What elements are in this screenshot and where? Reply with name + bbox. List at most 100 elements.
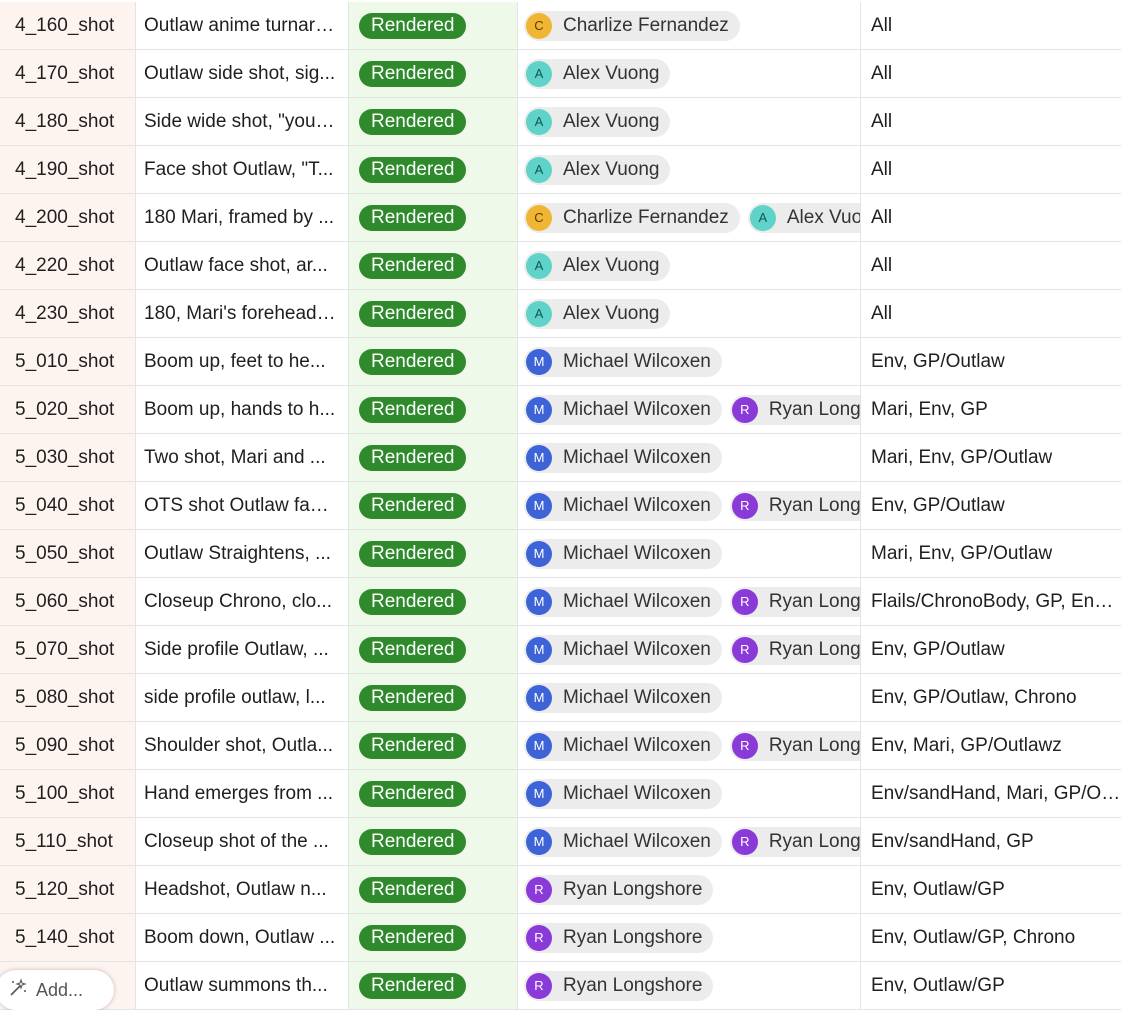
assignee-chip[interactable]: A Alex Vuong	[524, 250, 671, 281]
assignee-chip[interactable]: C Charlize Fernandez	[524, 10, 740, 41]
assignee-chip[interactable]: M Michael Wilcoxen	[524, 682, 722, 713]
assignee-chip[interactable]: R Ryan Longshore	[729, 394, 860, 425]
shot-name-cell[interactable]: 5_030_shot	[0, 434, 136, 481]
assets-cell[interactable]: Env, Mari, GP/Outlawz	[861, 722, 1121, 769]
assignee-chip[interactable]: R Ryan Longshore	[729, 586, 860, 617]
assignee-chip[interactable]: A Alex Vuong	[524, 154, 671, 185]
assignee-chip[interactable]: M Michael Wilcoxen	[524, 730, 722, 761]
assets-cell[interactable]: Flails/ChronoBody, GP, Env, Mari	[861, 578, 1121, 625]
shot-name-cell[interactable]: 4_180_shot	[0, 98, 136, 145]
assets-cell[interactable]: Env, Outlaw/GP	[861, 866, 1121, 913]
table-row[interactable]: 5_070_shot Side profile Outlaw, ... Render…	[0, 626, 1121, 674]
assets-cell[interactable]: All	[861, 242, 1121, 289]
assignee-chip[interactable]: M Michael Wilcoxen	[524, 394, 722, 425]
shot-name-cell[interactable]: 4_160_shot	[0, 2, 136, 49]
assignee-chip[interactable]: M Michael Wilcoxen	[524, 778, 722, 809]
assignees-cell[interactable]: R Ryan Longshore	[518, 866, 861, 913]
assignees-cell[interactable]: M Michael Wilcoxen R Ryan Longshore	[518, 818, 861, 865]
description-cell[interactable]: Outlaw Straightens, ...	[136, 530, 349, 577]
assignee-chip[interactable]: M Michael Wilcoxen	[524, 538, 722, 569]
status-cell[interactable]: Rendered	[349, 866, 518, 913]
description-cell[interactable]: Outlaw anime turnaround	[136, 2, 349, 49]
add-button[interactable]: Add...	[0, 970, 114, 1010]
table-row[interactable]: 5_040_shot OTS shot Outlaw faci... Rendere…	[0, 482, 1121, 530]
table-row[interactable]: 5_060_shot Closeup Chrono, clo... Rendered…	[0, 578, 1121, 626]
assets-cell[interactable]: Env, GP/Outlaw	[861, 626, 1121, 673]
status-cell[interactable]: Rendered	[349, 962, 518, 1009]
status-cell[interactable]: Rendered	[349, 818, 518, 865]
assets-cell[interactable]: Env, GP/Outlaw	[861, 338, 1121, 385]
assignee-chip[interactable]: M Michael Wilcoxen	[524, 442, 722, 473]
description-cell[interactable]: OTS shot Outlaw faci...	[136, 482, 349, 529]
shot-name-cell[interactable]: 5_120_shot	[0, 866, 136, 913]
assignees-cell[interactable]: R Ryan Longshore	[518, 914, 861, 961]
table-row[interactable]: 5_050_shot Outlaw Straightens, ... Rendere…	[0, 530, 1121, 578]
status-cell[interactable]: Rendered	[349, 242, 518, 289]
status-cell[interactable]: Rendered	[349, 578, 518, 625]
description-cell[interactable]: Two shot, Mari and ...	[136, 434, 349, 481]
description-cell[interactable]: Outlaw summons th...	[136, 962, 349, 1009]
shot-name-cell[interactable]: 5_140_shot	[0, 914, 136, 961]
shot-name-cell[interactable]: 5_080_shot	[0, 674, 136, 721]
shot-name-cell[interactable]: 5_060_shot	[0, 578, 136, 625]
assets-cell[interactable]: Env, GP/Outlaw	[861, 482, 1121, 529]
assignee-chip[interactable]: C Charlize Fernandez	[524, 202, 740, 233]
assignee-chip[interactable]: M Michael Wilcoxen	[524, 634, 722, 665]
table-row[interactable]: Outlaw summons th... Rendered R Ryan Longsh…	[0, 962, 1121, 1010]
description-cell[interactable]: Outlaw face shot, ar...	[136, 242, 349, 289]
assets-cell[interactable]: Env/sandHand, GP	[861, 818, 1121, 865]
assignees-cell[interactable]: M Michael Wilcoxen R Ryan Longshore	[518, 626, 861, 673]
assets-cell[interactable]: All	[861, 146, 1121, 193]
assignee-chip[interactable]: M Michael Wilcoxen	[524, 586, 722, 617]
description-cell[interactable]: Boom down, Outlaw ...	[136, 914, 349, 961]
description-cell[interactable]: Hand emerges from ...	[136, 770, 349, 817]
assignee-chip[interactable]: R Ryan Longshore	[729, 634, 860, 665]
description-cell[interactable]: Outlaw side shot, sig...	[136, 50, 349, 97]
status-cell[interactable]: Rendered	[349, 194, 518, 241]
description-cell[interactable]: Side profile Outlaw, ...	[136, 626, 349, 673]
table-row[interactable]: 4_220_shot Outlaw face shot, ar... Rendere…	[0, 242, 1121, 290]
table-row[interactable]: 4_170_shot Outlaw side shot, sig... Render…	[0, 50, 1121, 98]
assets-cell[interactable]: All	[861, 194, 1121, 241]
assignees-cell[interactable]: M Michael Wilcoxen R Ryan Longshore	[518, 482, 861, 529]
assignees-cell[interactable]: M Michael Wilcoxen	[518, 338, 861, 385]
assignee-chip[interactable]: R Ryan Longshore	[524, 922, 714, 953]
assignee-chip[interactable]: R Ryan Longshore	[729, 730, 860, 761]
status-cell[interactable]: Rendered	[349, 626, 518, 673]
status-cell[interactable]: Rendered	[349, 722, 518, 769]
status-cell[interactable]: Rendered	[349, 98, 518, 145]
shot-name-cell[interactable]: 5_010_shot	[0, 338, 136, 385]
assets-cell[interactable]: Mari, Env, GP	[861, 386, 1121, 433]
shot-name-cell[interactable]: 5_020_shot	[0, 386, 136, 433]
assets-cell[interactable]: Env, GP/Outlaw, Chrono	[861, 674, 1121, 721]
table-row[interactable]: 5_020_shot Boom up, hands to h... Rendered…	[0, 386, 1121, 434]
status-cell[interactable]: Rendered	[349, 338, 518, 385]
assignee-chip[interactable]: A Alex Vuong	[524, 58, 671, 89]
assignees-cell[interactable]: M Michael Wilcoxen R Ryan Longshore	[518, 722, 861, 769]
assignee-chip[interactable]: A Alex Vuong	[747, 202, 860, 233]
status-cell[interactable]: Rendered	[349, 770, 518, 817]
assignee-chip[interactable]: A Alex Vuong	[524, 298, 671, 329]
assignees-cell[interactable]: R Ryan Longshore	[518, 962, 861, 1009]
status-cell[interactable]: Rendered	[349, 434, 518, 481]
description-cell[interactable]: Headshot, Outlaw n...	[136, 866, 349, 913]
description-cell[interactable]: 180, Mari's forehead,...	[136, 290, 349, 337]
shot-name-cell[interactable]: 4_200_shot	[0, 194, 136, 241]
assignees-cell[interactable]: A Alex Vuong	[518, 146, 861, 193]
shot-name-cell[interactable]: 5_100_shot	[0, 770, 136, 817]
assignees-cell[interactable]: M Michael Wilcoxen	[518, 674, 861, 721]
table-row[interactable]: 5_110_shot Closeup shot of the ... Rendere…	[0, 818, 1121, 866]
status-cell[interactable]: Rendered	[349, 482, 518, 529]
assignee-chip[interactable]: M Michael Wilcoxen	[524, 490, 722, 521]
description-cell[interactable]: Side wide shot, "you ...	[136, 98, 349, 145]
shot-name-cell[interactable]: 5_110_shot	[0, 818, 136, 865]
assets-cell[interactable]: All	[861, 98, 1121, 145]
shot-name-cell[interactable]: 5_050_shot	[0, 530, 136, 577]
assets-cell[interactable]: Mari, Env, GP/Outlaw	[861, 530, 1121, 577]
assignees-cell[interactable]: C Charlize Fernandez A Alex Vuong	[518, 194, 861, 241]
description-cell[interactable]: Face shot Outlaw, "T...	[136, 146, 349, 193]
assets-cell[interactable]: All	[861, 290, 1121, 337]
description-cell[interactable]: Boom up, feet to he...	[136, 338, 349, 385]
shot-name-cell[interactable]: 4_220_shot	[0, 242, 136, 289]
status-cell[interactable]: Rendered	[349, 2, 518, 49]
